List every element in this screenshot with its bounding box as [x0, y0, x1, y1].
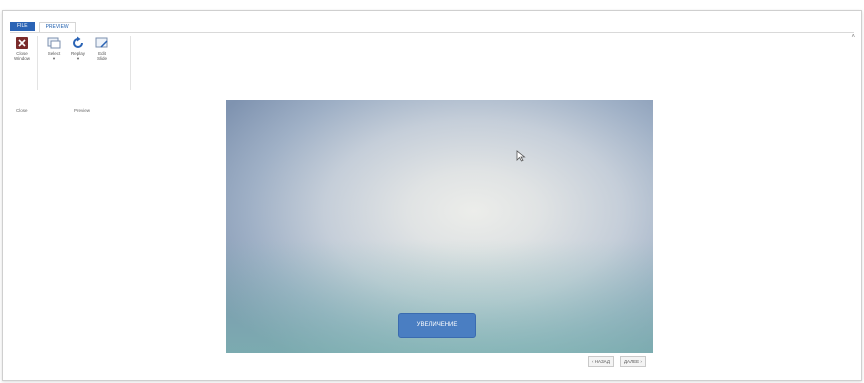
edit-slide-label: Edit Slide: [96, 51, 107, 62]
close-window-button[interactable]: Close Window: [10, 36, 34, 62]
collapse-ribbon-icon[interactable]: ˄: [851, 34, 855, 40]
replay-label: Replay ▾: [70, 51, 85, 62]
ribbon-divider: [10, 32, 854, 33]
tab-file[interactable]: FILE: [10, 22, 35, 31]
select-button[interactable]: Select ▾: [42, 36, 66, 62]
select-label: Select ▾: [47, 51, 61, 62]
preview-group-label: Preview: [74, 108, 91, 113]
mouse-cursor-icon: [516, 150, 526, 162]
replay-button[interactable]: Replay ▾: [66, 36, 90, 62]
edit-slide-button[interactable]: Edit Slide: [90, 36, 114, 62]
tab-preview[interactable]: PREVIEW: [38, 22, 76, 32]
select-icon: [47, 36, 61, 50]
replay-icon: [71, 36, 85, 50]
close-group-label: Close: [16, 108, 28, 113]
group-separator: [37, 36, 38, 90]
ribbon: Close Window Close Select ▾ Replay ▾ Edi…: [10, 36, 130, 113]
zoom-button[interactable]: УВЕЛИЧЕНИЕ: [398, 313, 476, 338]
next-button[interactable]: ДАЛЕЕ ›: [620, 356, 646, 367]
group-separator: [130, 36, 131, 90]
edit-slide-icon: [95, 36, 109, 50]
back-button[interactable]: ‹ НАЗАД: [588, 356, 614, 367]
ribbon-tabs: FILE PREVIEW: [10, 22, 76, 32]
close-icon: [15, 36, 29, 50]
close-window-label: Close Window: [13, 51, 30, 62]
